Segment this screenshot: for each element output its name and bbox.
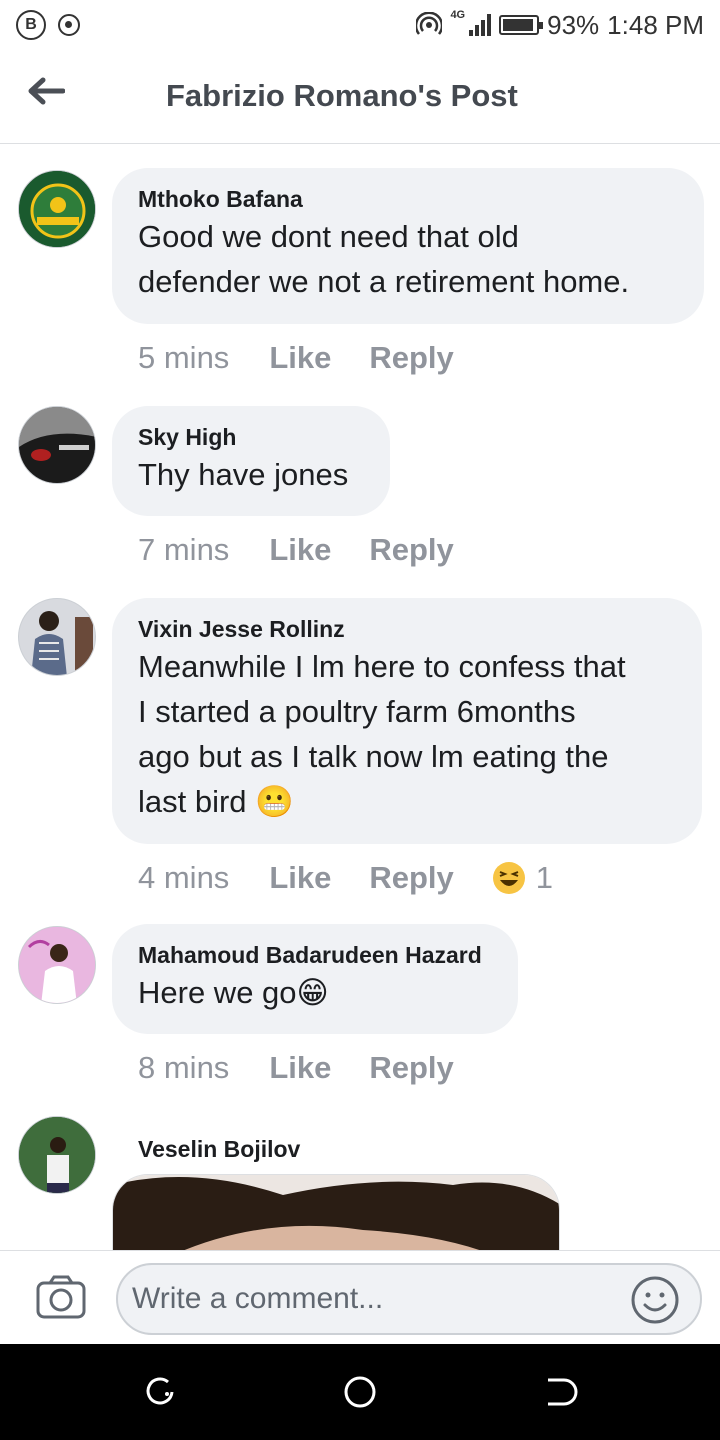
comment-bubble[interactable]: Sky High Thy have jones	[112, 406, 390, 516]
person-photo-icon	[19, 599, 95, 675]
status-bar: B 4G 93% 1:48 PM	[0, 0, 720, 50]
comment-bubble[interactable]: Vixin Jesse Rollinz Meanwhile I lm here …	[112, 598, 702, 844]
battery-level: 93%	[547, 9, 600, 40]
camera-icon	[36, 1275, 86, 1319]
club-badge-icon	[19, 171, 95, 247]
post-header: Fabrizio Romano's Post	[0, 50, 720, 144]
home-icon	[344, 1376, 376, 1408]
signal-icon	[469, 14, 492, 36]
avatar[interactable]	[18, 406, 96, 484]
comment-text-line: I started a poultry farm 6months	[138, 694, 576, 729]
like-button[interactable]: Like	[269, 1050, 331, 1086]
back-arrow-icon	[28, 77, 65, 105]
emoji-button[interactable]	[630, 1275, 680, 1325]
avatar[interactable]	[18, 598, 96, 676]
comment-text-line: defender we not a retirement home.	[138, 264, 630, 299]
reply-button[interactable]: Reply	[369, 860, 453, 896]
avatar[interactable]	[18, 926, 96, 1004]
comment-text-line: ago but as I talk now lm eating the	[138, 739, 609, 774]
comment-text-line: last bird 😬	[138, 784, 294, 819]
like-button[interactable]: Like	[269, 532, 331, 568]
clock: 1:48 PM	[607, 9, 704, 40]
comment-author[interactable]: Veselin Bojilov	[138, 1134, 300, 1164]
back-nav-button[interactable]	[542, 1374, 578, 1410]
comment-author[interactable]: Mthoko Bafana	[138, 184, 678, 214]
reply-button[interactable]: Reply	[369, 1050, 453, 1086]
camera-button[interactable]	[36, 1275, 86, 1319]
comment-composer: Write a comment...	[0, 1250, 720, 1344]
comment-photo[interactable]	[112, 1174, 560, 1254]
avatar[interactable]	[18, 170, 96, 248]
car-photo-icon	[19, 407, 95, 483]
like-button[interactable]: Like	[269, 340, 331, 376]
comment-author[interactable]: Vixin Jesse Rollinz	[138, 614, 676, 644]
comment-time[interactable]: 4 mins	[138, 860, 229, 896]
haha-reaction-icon	[492, 862, 525, 894]
comment-author[interactable]: Sky High	[138, 422, 364, 452]
person-photo-icon	[19, 1117, 95, 1193]
comment-actions: 4 mins Like Reply 1	[138, 860, 553, 896]
comment-bubble[interactable]: Mthoko Bafana Good we dont need that old…	[112, 168, 704, 324]
reaction-summary[interactable]: 1	[492, 860, 553, 896]
reply-button[interactable]: Reply	[369, 532, 453, 568]
comment-time[interactable]: 8 mins	[138, 1050, 229, 1086]
network-type: 4G	[450, 9, 466, 21]
sync-icon	[58, 14, 80, 36]
like-button[interactable]: Like	[269, 860, 331, 896]
reply-button[interactable]: Reply	[369, 340, 453, 376]
hotspot-icon	[416, 12, 443, 35]
comment-time[interactable]: 7 mins	[138, 532, 229, 568]
comment-time[interactable]: 5 mins	[138, 340, 229, 376]
comment-actions: 8 mins Like Reply	[138, 1050, 492, 1086]
home-button[interactable]	[342, 1374, 378, 1410]
smiley-icon	[631, 1276, 679, 1324]
back-button[interactable]	[26, 76, 66, 106]
comment-bubble[interactable]: Mahamoud Badarudeen Hazard Here we go😁	[112, 924, 518, 1034]
reaction-count: 1	[535, 860, 554, 895]
recents-button[interactable]	[142, 1374, 178, 1410]
back-nav-icon	[548, 1378, 578, 1406]
comment-input[interactable]: Write a comment...	[116, 1263, 702, 1335]
comment-author[interactable]: Mahamoud Badarudeen Hazard	[138, 940, 492, 970]
comment-actions: 7 mins Like Reply	[138, 532, 492, 568]
comment-text-line: Good we dont need that old	[138, 219, 519, 254]
battery-icon	[499, 15, 544, 35]
page-title: Fabrizio Romano's Post	[166, 78, 518, 113]
comment-text-line: Here we go😁	[138, 975, 329, 1010]
system-nav-bar	[0, 1344, 720, 1440]
person-photo-icon	[19, 927, 95, 1003]
recents-icon	[146, 1377, 174, 1405]
comment-text-line: Meanwhile I lm here to confess that	[138, 649, 626, 684]
comment-actions: 5 mins Like Reply	[138, 340, 492, 376]
comment-text-line: Thy have jones	[138, 457, 349, 492]
b-app-icon: B	[16, 10, 46, 40]
avatar[interactable]	[18, 1116, 96, 1194]
